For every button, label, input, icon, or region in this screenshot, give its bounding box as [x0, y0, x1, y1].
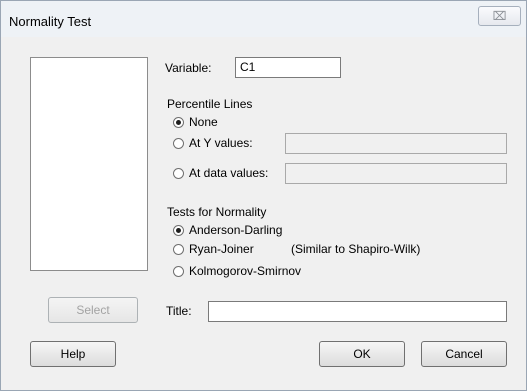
kolmogorov-smirnov-label: Kolmogorov-Smirnov [189, 264, 302, 278]
tests-heading: Tests for Normality [167, 205, 267, 219]
close-icon: ⌧ [492, 9, 507, 23]
dialog-title: Normality Test [9, 14, 92, 29]
percentile-data-values-label: At data values: [189, 166, 269, 180]
ok-button[interactable]: OK [319, 341, 405, 367]
radio-percentile-y-values[interactable] [173, 138, 184, 149]
variable-input[interactable]: C1 [235, 57, 341, 78]
radio-anderson-darling[interactable] [173, 225, 184, 236]
title-input[interactable] [208, 301, 507, 322]
variable-label: Variable: [165, 61, 212, 75]
help-button[interactable]: Help [30, 341, 116, 367]
title-label: Title: [166, 304, 192, 318]
y-values-input [285, 133, 507, 154]
percentile-none-label: None [189, 115, 218, 129]
ryan-joiner-label: Ryan-Joiner [189, 242, 254, 256]
variable-list[interactable] [30, 57, 148, 271]
radio-percentile-data-values[interactable] [173, 168, 184, 179]
normality-test-dialog: Normality Test ⌧ Variable: C1 Percentile… [0, 0, 527, 391]
anderson-darling-label: Anderson-Darling [189, 223, 283, 237]
close-button[interactable]: ⌧ [478, 6, 521, 26]
radio-percentile-none[interactable] [173, 117, 184, 128]
select-button: Select [48, 297, 138, 323]
percentile-y-values-label: At Y values: [189, 136, 253, 150]
title-bar: Normality Test ⌧ [1, 1, 526, 37]
radio-ryan-joiner[interactable] [173, 244, 184, 255]
ryan-joiner-note: (Similar to Shapiro-Wilk) [291, 242, 421, 256]
data-values-input [285, 163, 507, 184]
percentile-lines-heading: Percentile Lines [167, 97, 253, 111]
cancel-button[interactable]: Cancel [421, 341, 507, 367]
radio-kolmogorov-smirnov[interactable] [173, 266, 184, 277]
